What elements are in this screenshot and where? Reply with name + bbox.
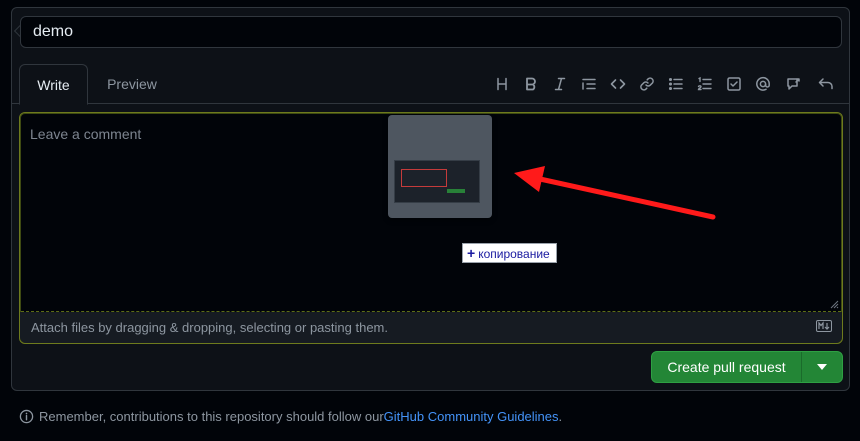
tab-write[interactable]: Write xyxy=(19,64,88,105)
mention-icon[interactable] xyxy=(753,74,773,94)
drag-copy-label: копирование xyxy=(478,247,550,261)
title-input[interactable] xyxy=(20,16,842,48)
markdown-icon[interactable] xyxy=(816,320,832,332)
contribution-note: Remember, contributions to this reposito… xyxy=(19,409,562,424)
create-pull-request-label: Create pull request xyxy=(667,359,786,375)
thumbnail-highlight xyxy=(401,169,447,187)
dragged-image-preview xyxy=(388,115,492,218)
resize-handle-icon[interactable] xyxy=(829,299,839,309)
link-icon[interactable] xyxy=(637,74,657,94)
thumbnail-button xyxy=(447,189,465,193)
heading-icon[interactable] xyxy=(492,74,512,94)
info-icon xyxy=(19,409,34,424)
dragged-screenshot-thumbnail xyxy=(394,160,480,203)
tab-preview[interactable]: Preview xyxy=(98,64,166,105)
ordered-list-icon[interactable] xyxy=(695,74,715,94)
unordered-list-icon[interactable] xyxy=(666,74,686,94)
code-icon[interactable] xyxy=(608,74,628,94)
community-guidelines-link[interactable]: GitHub Community Guidelines xyxy=(384,409,559,424)
contribution-note-suffix: . xyxy=(558,409,563,424)
contribution-note-text: Remember, contributions to this reposito… xyxy=(39,409,384,424)
reference-icon[interactable] xyxy=(784,74,804,94)
create-options-dropdown[interactable] xyxy=(802,352,842,382)
plus-icon: + xyxy=(467,245,476,261)
quote-icon[interactable] xyxy=(579,74,599,94)
comment-placeholder: Leave a comment xyxy=(30,126,142,142)
create-pull-request-button[interactable]: Create pull request xyxy=(651,351,843,383)
bold-icon[interactable] xyxy=(521,74,541,94)
drag-copy-tooltip: + копирование xyxy=(462,243,557,263)
file-attach-bar[interactable]: Attach files by dragging & dropping, sel… xyxy=(20,312,842,343)
task-list-icon[interactable] xyxy=(724,74,744,94)
attach-hint: Attach files by dragging & dropping, sel… xyxy=(31,320,388,335)
undo-icon[interactable] xyxy=(816,74,836,94)
italic-icon[interactable] xyxy=(550,74,570,94)
triangle-down-icon xyxy=(817,364,827,370)
